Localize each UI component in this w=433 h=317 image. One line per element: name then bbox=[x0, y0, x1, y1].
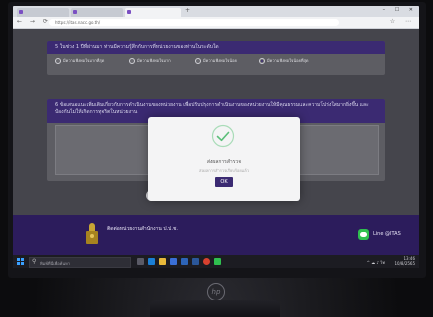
dialog-title: ส่งผลการสำรวจ bbox=[206, 159, 242, 165]
browser-tab-3[interactable] bbox=[125, 8, 181, 17]
mail-icon[interactable] bbox=[181, 258, 188, 265]
clock[interactable]: 13:46 10/8/2565 bbox=[394, 256, 415, 266]
browser-toolbar: ← → ⟳ https://itas.nacc.go.th/ ☆ ⋯ bbox=[13, 17, 419, 29]
monitor-stand bbox=[150, 300, 280, 317]
search-icon: ⚲ bbox=[32, 258, 37, 265]
option-label: มีความพึงพอใจน้อย bbox=[203, 58, 237, 63]
radio-selected-icon[interactable] bbox=[259, 58, 265, 64]
monitor-screen: + – ☐ ✕ ← → ⟳ https://itas.nacc.go.th/ ☆… bbox=[13, 6, 419, 268]
radio-icon[interactable] bbox=[129, 58, 135, 64]
option-label: มีความพึงพอใจมาก bbox=[137, 58, 171, 63]
line-label[interactable]: Line @ITAS bbox=[373, 231, 401, 237]
task-view-icon[interactable] bbox=[137, 258, 144, 265]
site-footer: ติดต่อหน่วยงานสำนักงาน ป.ป.ช. Line @ITAS bbox=[13, 215, 419, 255]
edge-icon[interactable] bbox=[148, 258, 155, 265]
browser-tab-bar: + – ☐ ✕ bbox=[13, 6, 419, 17]
address-bar[interactable]: https://itas.nacc.go.th/ bbox=[49, 19, 339, 26]
line-app-icon[interactable] bbox=[214, 258, 221, 265]
store-icon[interactable] bbox=[170, 258, 177, 265]
option-1[interactable]: มีความพึงพอใจมากที่สุด bbox=[55, 57, 104, 64]
success-dialog: ส่งผลการสำรวจ ส่งผลการสำรวจเรียบร้อยแล้ว… bbox=[148, 117, 300, 201]
back-forward-reload-icon[interactable]: ← → ⟳ bbox=[17, 18, 51, 25]
word-icon[interactable] bbox=[192, 258, 199, 265]
new-tab-button[interactable]: + bbox=[185, 7, 190, 14]
chrome-icon[interactable] bbox=[203, 258, 210, 265]
browser-tab-1[interactable] bbox=[17, 8, 69, 17]
url-text: https://itas.nacc.go.th/ bbox=[55, 20, 101, 25]
hp-logo: hp bbox=[207, 283, 225, 301]
search-placeholder: พิมพ์ที่นี่เพื่อค้นหา bbox=[40, 261, 70, 266]
radio-icon[interactable] bbox=[195, 58, 201, 64]
tab-favicon-icon bbox=[19, 10, 23, 14]
question-5-options: มีความพึงพอใจมากที่สุด มีความพึงพอใจมาก … bbox=[47, 54, 385, 66]
tab-favicon-icon bbox=[127, 10, 131, 14]
option-label: มีความพึงพอใจน้อยที่สุด bbox=[267, 58, 309, 63]
window-controls[interactable]: – ☐ ✕ bbox=[383, 7, 417, 13]
option-4[interactable]: มีความพึงพอใจน้อยที่สุด bbox=[259, 57, 309, 64]
line-icon[interactable] bbox=[358, 229, 369, 240]
browser-menu-icon[interactable]: ☆ ⋯ bbox=[390, 18, 415, 25]
taskbar-search[interactable]: ⚲ พิมพ์ที่นี่เพื่อค้นหา bbox=[29, 257, 131, 268]
page-content: 5 ในช่วง 1 ปีที่ผ่านมา ท่านมีความรู้สึกก… bbox=[13, 29, 419, 255]
windows-start-icon[interactable] bbox=[17, 258, 24, 265]
footer-title: ติดต่อหน่วยงานสำนักงาน ป.ป.ช. bbox=[107, 226, 178, 232]
ok-button[interactable]: OK bbox=[215, 177, 233, 187]
nacc-emblem-icon bbox=[85, 223, 99, 245]
question-5-heading: 5 ในช่วง 1 ปีที่ผ่านมา ท่านมีความรู้สึกก… bbox=[47, 41, 385, 54]
question-5-card: 5 ในช่วง 1 ปีที่ผ่านมา ท่านมีความรู้สึกก… bbox=[47, 41, 385, 75]
option-3[interactable]: มีความพึงพอใจน้อย bbox=[195, 57, 237, 64]
windows-taskbar: ⚲ พิมพ์ที่นี่เพื่อค้นหา ^ ☁ ♪ ไท 13:46 1… bbox=[13, 255, 419, 268]
success-check-icon bbox=[211, 124, 235, 148]
tab-favicon-icon bbox=[73, 10, 77, 14]
radio-icon[interactable] bbox=[55, 58, 61, 64]
browser-tab-2[interactable] bbox=[71, 8, 123, 17]
option-2[interactable]: มีความพึงพอใจมาก bbox=[129, 57, 171, 64]
file-explorer-icon[interactable] bbox=[159, 258, 166, 265]
option-label: มีความพึงพอใจมากที่สุด bbox=[63, 58, 105, 63]
clock-date: 10/8/2565 bbox=[394, 261, 415, 266]
system-tray-icons[interactable]: ^ ☁ ♪ ไท bbox=[367, 259, 385, 266]
dialog-message: ส่งผลการสำรวจเรียบร้อยแล้ว bbox=[199, 168, 249, 173]
